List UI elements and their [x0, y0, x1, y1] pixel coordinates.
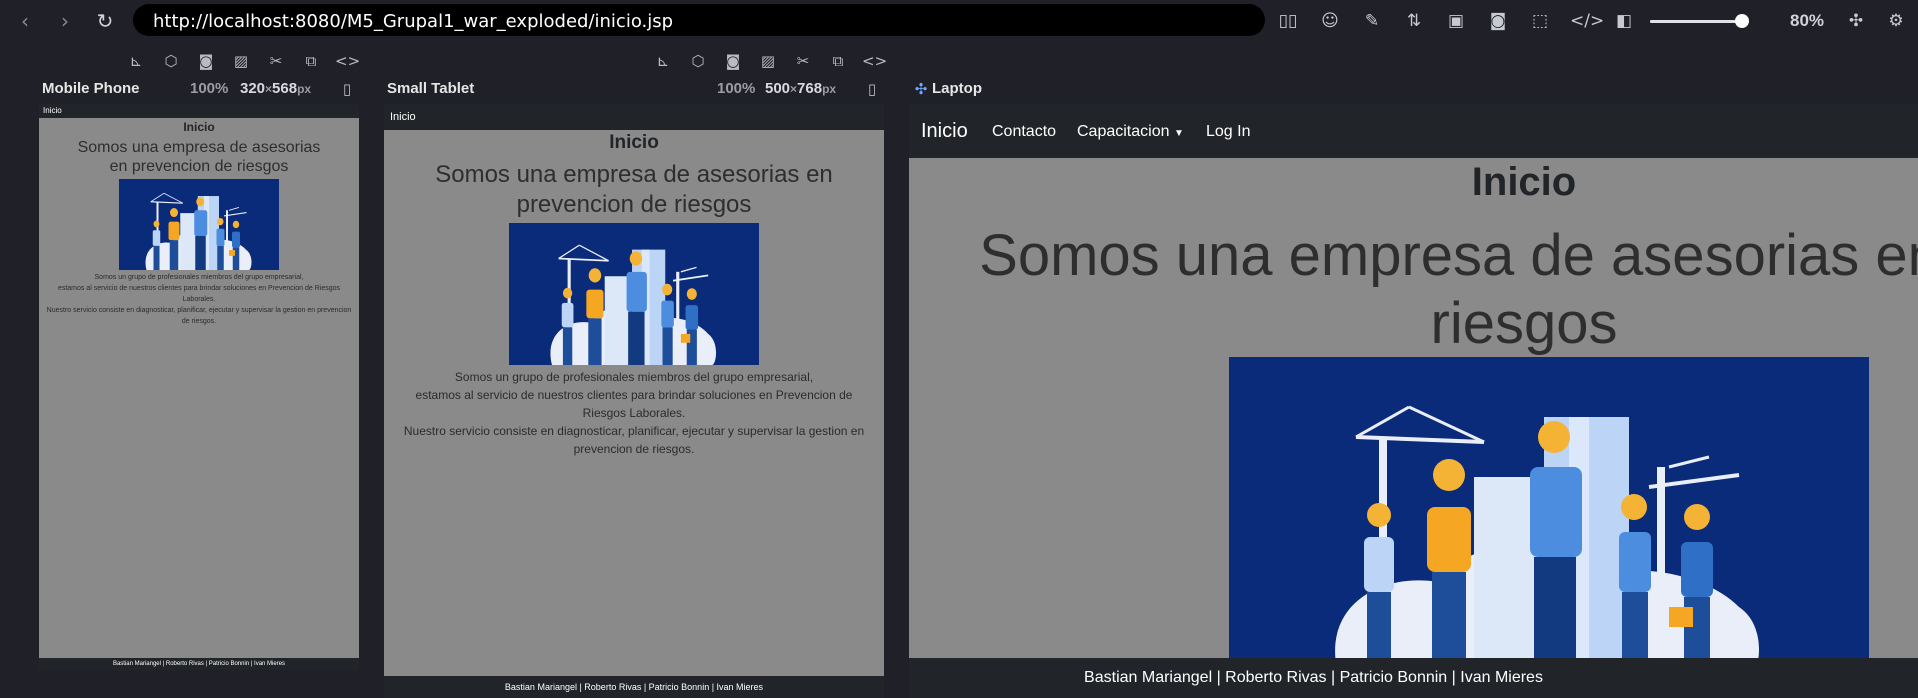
mobile-preview: Inicio Inicio Somos una empresa de aseso…: [39, 104, 359, 670]
navbar-brand[interactable]: Inicio: [921, 120, 968, 143]
intro-line-1: Somos un grupo de profesionales miembros…: [94, 274, 304, 281]
image-icon[interactable]: ▨: [230, 50, 252, 72]
intro-line-2: estamos al servicio de nuestros clientes…: [415, 388, 853, 420]
nav-link-login[interactable]: Log In: [1206, 123, 1250, 141]
site-navbar: Inicio: [384, 104, 884, 130]
zoom-slider-handle[interactable]: [1735, 14, 1749, 28]
tablet-device-tools: ⊾ ⬡ ◙ ▨ ✂ ⧉ <>: [652, 50, 887, 70]
settings-icon[interactable]: ⬡: [160, 50, 182, 72]
device-name: Mobile Phone: [42, 80, 140, 97]
rotate-icon[interactable]: ⊾: [652, 50, 674, 72]
laptop-preview: Inicio Contacto Capacitacion ▼ Log In In…: [909, 104, 1918, 698]
site-footer: Bastian Mariangel | Roberto Rivas | Patr…: [39, 658, 359, 670]
site-navbar: Inicio: [39, 104, 359, 118]
page-title: Inicio: [1471, 160, 1577, 204]
device-name: Laptop: [932, 80, 982, 97]
nav-link-contacto[interactable]: Contacto: [992, 123, 1056, 141]
phone-icon[interactable]: ▯: [336, 78, 358, 100]
camera-icon[interactable]: ◙: [1486, 9, 1510, 33]
mobile-device-tools: ⊾ ⬡ ◙ ▨ ✂ ⧉ <>: [125, 50, 360, 70]
inspect-icon[interactable]: ⬚: [1528, 9, 1552, 33]
nav-dropdown-capacitacion[interactable]: Capacitacion ▼: [1077, 123, 1184, 141]
device-size: 320×568px: [240, 80, 312, 97]
intro-line-1: Somos un grupo de profesionales miembros…: [454, 370, 814, 384]
code-icon[interactable]: <>: [335, 50, 360, 72]
intro-text: Somos un grupo de profesionales miembros…: [394, 368, 874, 458]
pen-icon[interactable]: ✎: [1360, 9, 1384, 33]
laptop-device-header: ✣ Laptop: [910, 80, 1110, 102]
camera-icon[interactable]: ◙: [722, 50, 744, 72]
page-title: Inicio: [609, 132, 659, 153]
device-zoom: 100%: [190, 80, 229, 97]
tablet-device-header: Small Tablet 100% 500×768px ▯: [387, 80, 887, 102]
page-subtitle: Somos una empresa de asesorias en preven…: [435, 161, 833, 218]
page-subtitle: Somos una empresa de asesorias en preven…: [77, 139, 321, 175]
zoom-slider-fill: [1650, 20, 1742, 23]
intro-line-3: Nuestro servicio consiste en diagnostica…: [403, 424, 865, 456]
zoom-level: 80%: [1790, 11, 1825, 30]
site-navbar: Inicio Contacto Capacitacion ▼ Log In: [909, 104, 1918, 158]
phone-icon[interactable]: ▯: [861, 78, 883, 100]
site-footer: Bastian Mariangel | Roberto Rivas | Patr…: [909, 658, 1918, 698]
rotate-icon[interactable]: ⊾: [125, 50, 147, 72]
forward-icon[interactable]: ›: [52, 8, 78, 34]
device-name: Small Tablet: [387, 80, 475, 97]
code-icon[interactable]: </>: [1570, 9, 1604, 33]
puzzle-icon: ✣: [914, 80, 928, 98]
sync-icon[interactable]: ⧉: [827, 50, 849, 72]
settings-icon[interactable]: ⬡: [687, 50, 709, 72]
mobile-device-header: Mobile Phone 100% 320×568px ▯: [42, 80, 360, 102]
reload-icon[interactable]: ↻: [92, 8, 118, 34]
tools-icon[interactable]: ✂: [265, 50, 287, 72]
page-title: Inicio: [183, 120, 215, 134]
sync-icon[interactable]: ⧉: [300, 50, 322, 72]
browser-toolbar: ‹ › ↻ http://localhost:8080/M5_Grupal1_w…: [0, 0, 1918, 42]
hero-illustration: [1229, 357, 1869, 677]
sidebar-icon[interactable]: ◧: [1612, 9, 1636, 33]
intro-line-2: estamos al servicio de nuestros clientes…: [57, 285, 341, 303]
code-icon[interactable]: <>: [862, 50, 887, 72]
page-subtitle: Somos una empresa de asesorias en prev r…: [909, 222, 1918, 358]
url-text: http://localhost:8080/M5_Grupal1_war_exp…: [153, 11, 674, 32]
intro-line-3: Nuestro servicio consiste en diagnostica…: [46, 307, 352, 325]
subtitle-line-2: riesgos: [1430, 291, 1618, 356]
layout-icon[interactable]: ▯▯: [1276, 9, 1300, 33]
tools-icon[interactable]: ✂: [792, 50, 814, 72]
image-icon[interactable]: ▨: [757, 50, 779, 72]
site-footer: Bastian Mariangel | Roberto Rivas | Patr…: [384, 676, 884, 698]
navbar-brand[interactable]: Inicio: [43, 106, 62, 115]
hero-illustration: [509, 223, 759, 365]
address-bar[interactable]: http://localhost:8080/M5_Grupal1_war_exp…: [133, 4, 1265, 36]
device-size: 500×768px: [765, 80, 837, 97]
camera-icon[interactable]: ◙: [195, 50, 217, 72]
caret-down-icon: ▼: [1173, 128, 1184, 139]
device-zoom: 100%: [717, 80, 756, 97]
user-icon[interactable]: ☺: [1318, 9, 1342, 33]
settings-icon[interactable]: ⚙: [1884, 9, 1908, 33]
intro-text: Somos un grupo de profesionales miembros…: [45, 272, 353, 327]
tablet-preview: Inicio Inicio Somos una empresa de aseso…: [384, 104, 884, 698]
subtitle-line-1: Somos una empresa de asesorias en prev: [979, 223, 1918, 288]
devices-icon[interactable]: ▣: [1444, 9, 1468, 33]
back-icon[interactable]: ‹: [12, 8, 38, 34]
navbar-brand[interactable]: Inicio: [390, 111, 416, 123]
hero-illustration: [119, 179, 279, 270]
sync-icon[interactable]: ⇅: [1402, 9, 1426, 33]
extensions-icon[interactable]: ✣: [1844, 9, 1868, 33]
